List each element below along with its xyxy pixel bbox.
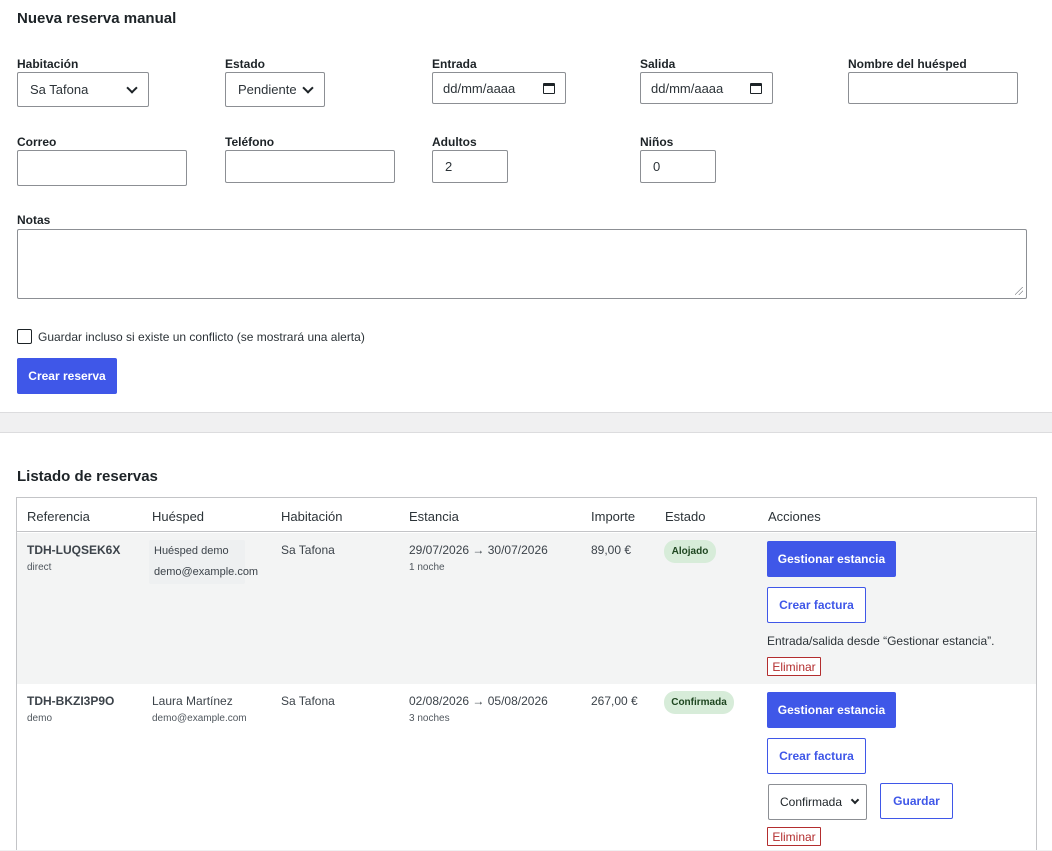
form-title: Nueva reserva manual	[17, 10, 177, 27]
checkin-hint: Entrada/salida desde “Gestionar estancia…	[767, 634, 995, 648]
guest-name: Laura Martínez	[152, 694, 233, 708]
table-row: TDH-BKZI3P9O demo Laura Martínez demo@ex…	[17, 684, 1036, 851]
room-select[interactable]: Sa Tafona	[17, 72, 149, 107]
email-label: Correo	[17, 135, 57, 149]
checkin-placeholder: dd/mm/aaaa	[443, 80, 516, 96]
phone-field: Teléfono	[225, 135, 395, 185]
checkout-field: Salida dd/mm/aaaa	[640, 57, 773, 107]
notes-field: Notas	[17, 213, 1027, 299]
children-input[interactable]: 0	[640, 150, 716, 183]
adults-input[interactable]: 2	[432, 150, 508, 183]
new-booking-card: Nueva reserva manual Habitación Sa Tafon…	[0, 0, 1052, 413]
guest-name-input[interactable]	[848, 72, 1018, 104]
room: Sa Tafona	[281, 543, 335, 557]
amount: 267,00 €	[591, 694, 638, 708]
checkout-placeholder: dd/mm/aaaa	[651, 80, 724, 96]
reference: TDH-LUQSEK6X	[27, 543, 121, 557]
adults-field: Adultos 2	[432, 135, 508, 185]
adults-label: Adultos	[432, 135, 477, 149]
chevron-down-icon	[302, 81, 314, 94]
col-stay: Estancia	[409, 509, 459, 524]
status-badge: Alojado	[664, 540, 716, 563]
nights: 3 noches	[409, 713, 450, 724]
guest-email: demo@example.com	[154, 566, 259, 578]
stay-dates: 02/08/2026 → 05/08/2026	[409, 694, 548, 708]
checkout-label: Salida	[640, 57, 676, 71]
status-field: Estado Pendiente	[225, 57, 325, 107]
col-actions: Acciones	[768, 509, 821, 524]
children-value: 0	[653, 159, 661, 174]
save-status-button[interactable]: Guardar	[880, 783, 953, 819]
nights: 1 noche	[409, 562, 445, 573]
notes-label: Notas	[17, 213, 51, 227]
status-select[interactable]: Pendiente	[225, 72, 325, 107]
booking-status-select-value: Confirmada	[780, 795, 843, 809]
col-room: Habitación	[281, 509, 343, 524]
status-label: Estado	[225, 57, 266, 71]
status-select-value: Pendiente	[238, 82, 297, 97]
checkin-field: Entrada dd/mm/aaaa	[432, 57, 566, 107]
booking-status-select[interactable]: Confirmada	[768, 784, 867, 820]
children-field: Niños 0	[640, 135, 716, 185]
checkout-date-input[interactable]: dd/mm/aaaa	[640, 72, 773, 104]
conflict-checkbox[interactable]	[17, 329, 32, 344]
children-label: Niños	[640, 135, 674, 149]
room: Sa Tafona	[281, 694, 335, 708]
create-invoice-button[interactable]: Crear factura	[767, 738, 866, 774]
phone-input[interactable]	[225, 150, 395, 183]
manage-stay-button[interactable]: Gestionar estancia	[767, 692, 896, 728]
room-select-value: Sa Tafona	[30, 82, 89, 97]
table-header: Referencia Huésped Habitación Estancia I…	[17, 498, 1036, 532]
delete-button[interactable]: Eliminar	[767, 657, 821, 676]
bookings-table: Referencia Huésped Habitación Estancia I…	[16, 497, 1037, 850]
notes-textarea[interactable]	[17, 229, 1027, 299]
list-title: Listado de reservas	[17, 468, 158, 485]
calendar-icon[interactable]	[750, 82, 762, 94]
guest-name-label: Nombre del huésped	[848, 57, 967, 71]
create-booking-button[interactable]: Crear reserva	[17, 358, 117, 394]
checkin-date-input[interactable]: dd/mm/aaaa	[432, 72, 566, 104]
booking-source: direct	[27, 562, 52, 573]
guest-name: Huésped demo	[154, 545, 229, 557]
guest-email: demo@example.com	[152, 713, 247, 724]
guest-name-field: Nombre del huésped	[848, 57, 1018, 107]
adults-value: 2	[445, 159, 453, 174]
checkin-label: Entrada	[432, 57, 477, 71]
stay-dates: 29/07/2026 → 30/07/2026	[409, 543, 548, 557]
delete-button[interactable]: Eliminar	[767, 827, 821, 846]
calendar-icon[interactable]	[543, 82, 555, 94]
create-invoice-button[interactable]: Crear factura	[767, 587, 866, 623]
resize-grip-icon[interactable]	[1015, 287, 1023, 295]
col-amount: Importe	[591, 509, 636, 524]
email-input[interactable]	[17, 150, 187, 186]
amount: 89,00 €	[591, 543, 632, 557]
booking-source: demo	[27, 713, 53, 724]
chevron-down-icon	[126, 81, 138, 94]
chevron-down-icon	[850, 795, 860, 805]
col-guest: Huésped	[152, 509, 205, 524]
email-field: Correo	[17, 135, 187, 187]
reference: TDH-BKZI3P9O	[27, 694, 115, 708]
status-badge: Confirmada	[664, 691, 734, 714]
col-status: Estado	[665, 509, 706, 524]
room-label: Habitación	[17, 57, 79, 71]
col-reference: Referencia	[27, 509, 90, 524]
phone-label: Teléfono	[225, 135, 275, 149]
conflict-checkbox-label: Guardar incluso si existe un conflicto (…	[38, 330, 365, 344]
table-row: TDH-LUQSEK6X direct Huésped demo demo@ex…	[17, 533, 1036, 684]
manage-stay-button[interactable]: Gestionar estancia	[767, 541, 896, 577]
room-field: Habitación Sa Tafona	[17, 57, 149, 107]
